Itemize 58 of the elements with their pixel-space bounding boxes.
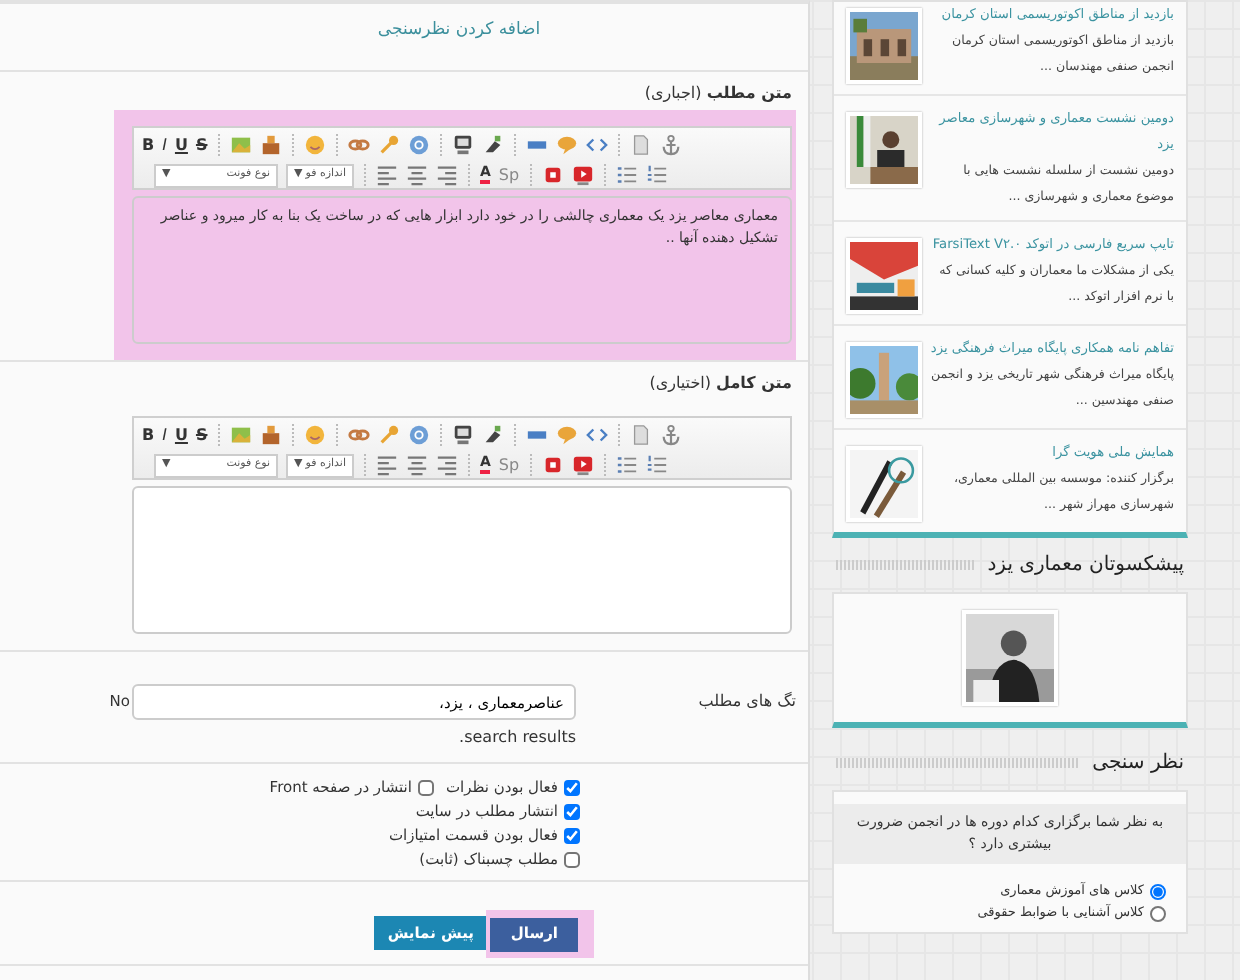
checkbox[interactable] [564,780,580,796]
code-icon[interactable] [585,424,608,446]
strikethrough-button[interactable]: S [195,137,208,153]
underline-button[interactable]: U [174,427,188,443]
speech-bubble-icon[interactable] [555,134,578,156]
eraser-icon[interactable] [481,424,504,446]
radio-button[interactable] [1150,905,1166,921]
numbered-list-icon[interactable] [645,454,668,476]
smiley-icon[interactable] [303,134,326,156]
link-icon[interactable] [347,424,370,446]
radio-button[interactable] [1150,883,1166,899]
checkbox[interactable] [564,804,580,820]
eraser-icon[interactable] [481,134,504,156]
field-label: متن کامل (اختیاری) [647,372,794,396]
section-title: پیشکسوتان معماری یزد [987,552,1184,580]
image-icon[interactable] [229,424,252,446]
speech-bubble-icon[interactable] [555,424,578,446]
image-icon[interactable] [229,134,252,156]
document-icon[interactable] [629,134,652,156]
section-title: نظر سنجی [1092,750,1184,778]
italic-button[interactable]: I [162,427,167,443]
underline-button[interactable]: U [174,137,188,153]
align-center-icon[interactable] [406,164,428,186]
field-label: تگ های مطلب [696,690,796,714]
checkbox[interactable] [417,780,434,796]
numbered-list-icon[interactable] [645,164,668,186]
bullet-list-icon[interactable] [615,164,638,186]
align-right-icon[interactable] [436,164,458,186]
link-icon[interactable] [347,134,370,156]
video-icon[interactable] [571,164,594,186]
monitor-icon[interactable] [451,424,474,446]
monitor-icon[interactable] [451,134,474,156]
smiley-icon[interactable] [303,424,326,446]
align-center-icon[interactable] [406,454,428,476]
align-right-icon[interactable] [436,454,458,476]
key-icon[interactable] [377,424,400,446]
code-icon[interactable] [585,134,608,156]
align-left-icon[interactable] [376,454,398,476]
bold-button[interactable]: B [142,137,155,153]
anchor-icon[interactable] [659,424,682,446]
stop-icon[interactable] [541,164,564,186]
stop-icon[interactable] [541,454,564,476]
add-poll-link[interactable]: اضافه کردن نظرسنجی [377,20,541,40]
video-icon[interactable] [571,454,594,476]
field-label: متن مطلب (اجباری) [642,82,794,106]
checkbox[interactable] [564,852,580,868]
strikethrough-button[interactable]: S [195,427,208,443]
bold-button[interactable]: B [142,427,155,443]
italic-button[interactable]: I [162,137,167,153]
bullet-list-icon[interactable] [615,454,638,476]
checkbox[interactable] [564,828,580,844]
align-left-icon[interactable] [376,164,398,186]
box-icon[interactable] [259,134,282,156]
box-icon[interactable] [259,424,282,446]
hint-text: search results. [459,728,576,746]
document-icon[interactable] [629,424,652,446]
anchor-icon[interactable] [659,134,682,156]
key-icon[interactable] [377,134,400,156]
